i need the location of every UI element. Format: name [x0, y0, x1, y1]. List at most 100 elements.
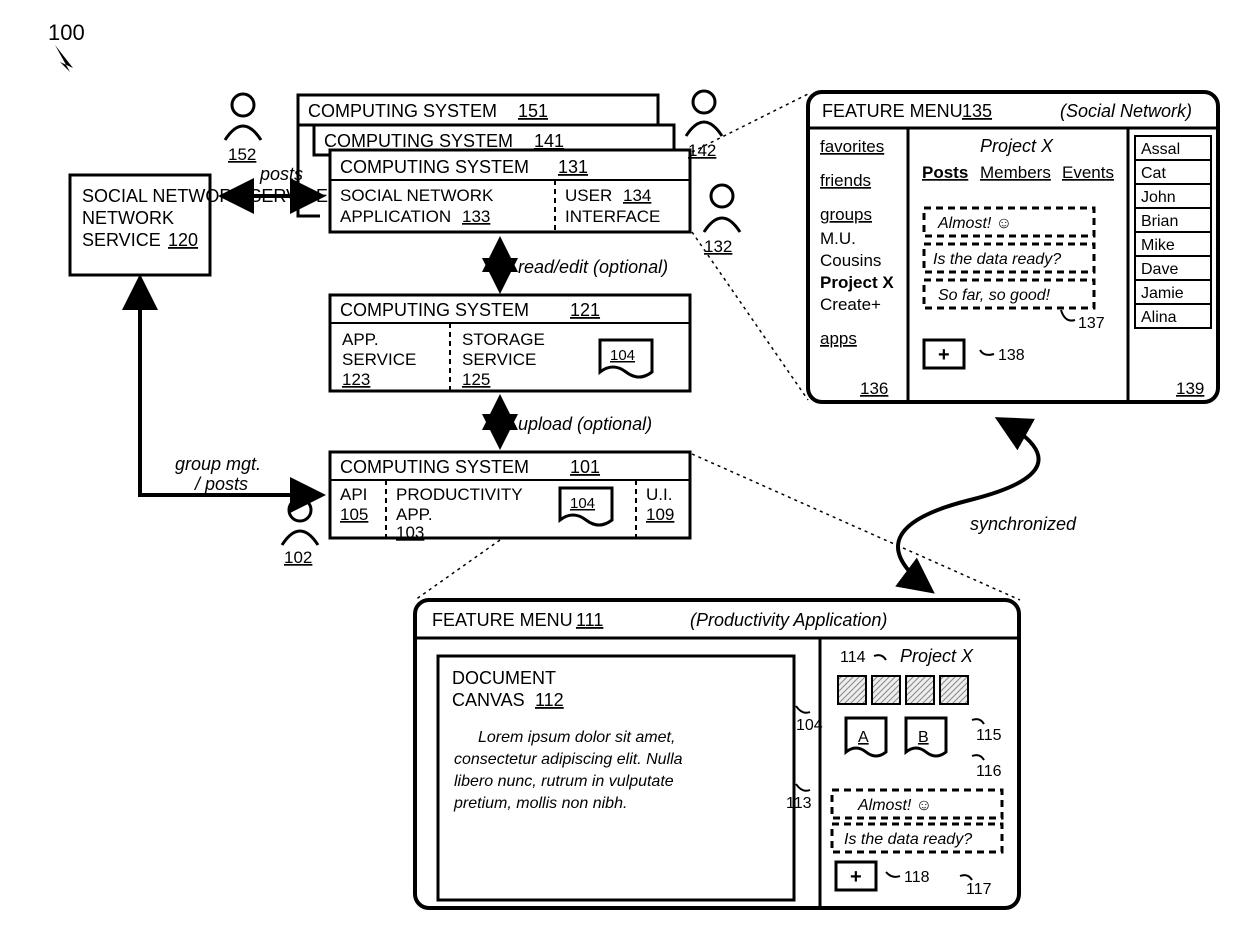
- svg-text:posts: posts: [259, 164, 303, 184]
- contact-item[interactable]: Alina: [1141, 309, 1177, 326]
- svg-text:consectetur adipiscing elit. N: consectetur adipiscing elit. Nulla: [454, 751, 683, 768]
- svg-text:read/edit (optional): read/edit (optional): [518, 257, 668, 277]
- feature-menu-prod: FEATURE MENU 111 (Productivity Applicati…: [415, 600, 1019, 908]
- svg-text:104: 104: [570, 495, 595, 512]
- svg-text:COMPUTING SYSTEM: COMPUTING SYSTEM: [340, 157, 529, 177]
- contact-item[interactable]: Mike: [1141, 237, 1175, 254]
- svg-text:Almost! ☺: Almost! ☺: [937, 215, 1012, 232]
- svg-text:125: 125: [462, 370, 490, 389]
- svg-text:synchronized: synchronized: [970, 514, 1077, 534]
- svg-text:141: 141: [534, 131, 564, 151]
- svg-text:API: API: [340, 485, 367, 504]
- avatar: [906, 676, 934, 704]
- svg-text:(Social Network): (Social Network): [1060, 101, 1192, 121]
- svg-text:113: 113: [786, 795, 812, 812]
- svg-text:A: A: [858, 729, 869, 746]
- svg-text:142: 142: [688, 141, 716, 160]
- svg-text:APP.: APP.: [396, 505, 433, 524]
- svg-text:COMPUTING SYSTEM: COMPUTING SYSTEM: [340, 300, 529, 320]
- svg-text:104: 104: [796, 717, 823, 734]
- avatar: [838, 676, 866, 704]
- svg-text:/ posts: / posts: [193, 474, 248, 494]
- svg-text:USER: USER: [565, 186, 612, 205]
- svg-text:101: 101: [570, 457, 600, 477]
- svg-text:COMPUTING SYSTEM: COMPUTING SYSTEM: [340, 457, 529, 477]
- contact-item[interactable]: Jamie: [1141, 285, 1184, 302]
- svg-text:123: 123: [342, 370, 370, 389]
- svg-text:group mgt.: group mgt.: [175, 454, 261, 474]
- tab-events[interactable]: Events: [1062, 163, 1114, 182]
- sidebar-group-mu[interactable]: M.U.: [820, 229, 856, 248]
- svg-text:117: 117: [966, 881, 992, 898]
- sidebar-group-projectx[interactable]: Project X: [820, 273, 894, 292]
- svg-text:109: 109: [646, 505, 674, 524]
- sns-label-3: SERVICE: [82, 230, 161, 250]
- contact-item[interactable]: Cat: [1141, 165, 1166, 182]
- sidebar-apps[interactable]: apps: [820, 329, 857, 348]
- avatar: [872, 676, 900, 704]
- sidebar-group-cousins[interactable]: Cousins: [820, 251, 881, 270]
- sns-label-2: NETWORK: [82, 208, 174, 228]
- sidebar-groups[interactable]: groups: [820, 205, 872, 224]
- svg-text:upload (optional): upload (optional): [518, 414, 652, 434]
- svg-text:152: 152: [228, 145, 256, 164]
- svg-text:105: 105: [340, 505, 368, 524]
- svg-text:118: 118: [904, 869, 930, 886]
- svg-text:102: 102: [284, 548, 312, 567]
- sidebar-friends[interactable]: friends: [820, 171, 871, 190]
- side-add-post-button[interactable]: +: [836, 862, 876, 890]
- svg-text:DOCUMENT: DOCUMENT: [452, 668, 556, 688]
- computing-system-151: COMPUTING SYSTEM 151: [298, 95, 658, 125]
- svg-text:Is the data ready?: Is the data ready?: [933, 251, 1061, 268]
- svg-text:(Productivity Application): (Productivity Application): [690, 610, 887, 630]
- svg-text:121: 121: [570, 300, 600, 320]
- read-edit-arrow: read/edit (optional): [500, 242, 668, 288]
- feature-menu-social: FEATURE MENU 135 (Social Network) favori…: [808, 92, 1218, 402]
- svg-text:COMPUTING SYSTEM: COMPUTING SYSTEM: [308, 101, 497, 121]
- svg-text:SERVICE: SERVICE: [342, 350, 416, 369]
- svg-text:INTERFACE: INTERFACE: [565, 207, 660, 226]
- svg-text:COMPUTING SYSTEM: COMPUTING SYSTEM: [324, 131, 513, 151]
- user-152: 152: [225, 94, 261, 164]
- svg-text:114: 114: [840, 649, 866, 666]
- group-mgt-arrow: group mgt. / posts: [140, 280, 320, 495]
- svg-text:libero nunc, rutrum in vulputa: libero nunc, rutrum in vulputate: [454, 773, 674, 790]
- svg-text:135: 135: [962, 101, 992, 121]
- svg-text:104: 104: [610, 347, 635, 364]
- svg-text:Lorem ipsum dolor sit amet,: Lorem ipsum dolor sit amet,: [478, 729, 675, 746]
- svg-text:pretium, mollis non nibh.: pretium, mollis non nibh.: [453, 795, 627, 812]
- svg-text:U.I.: U.I.: [646, 485, 672, 504]
- svg-text:103: 103: [396, 523, 424, 542]
- tab-members[interactable]: Members: [980, 163, 1051, 182]
- contact-item[interactable]: John: [1141, 189, 1176, 206]
- computing-system-131: COMPUTING SYSTEM 131 SOCIAL NETWORK APPL…: [330, 150, 690, 232]
- svg-text:FEATURE MENU: FEATURE MENU: [822, 101, 963, 121]
- svg-text:Is the data ready?: Is the data ready?: [844, 831, 972, 848]
- user-142: 142: [686, 91, 722, 160]
- svg-text:136: 136: [860, 379, 888, 398]
- svg-text:CANVAS: CANVAS: [452, 690, 525, 710]
- synchronized-arrow: synchronized: [898, 420, 1077, 590]
- svg-text:So far, so good!: So far, so good!: [938, 287, 1051, 304]
- svg-text:131: 131: [558, 157, 588, 177]
- svg-text:Almost! ☺: Almost! ☺: [857, 797, 932, 814]
- contact-item[interactable]: Assal: [1141, 141, 1180, 158]
- tab-posts[interactable]: Posts: [922, 163, 968, 182]
- contacts-list: Assal Cat John Brian Mike Dave Jamie Ali…: [1135, 136, 1211, 328]
- contact-item[interactable]: Dave: [1141, 261, 1178, 278]
- upload-arrow: upload (optional): [500, 400, 652, 444]
- avatar: [940, 676, 968, 704]
- svg-text:133: 133: [462, 207, 490, 226]
- svg-text:134: 134: [623, 186, 651, 205]
- social-network-service-box: SOCIAL NETWORK SERVICE NETWORK SERVICE 1…: [70, 175, 328, 275]
- contact-item[interactable]: Brian: [1141, 213, 1178, 230]
- computing-system-101: COMPUTING SYSTEM 101 API 105 PRODUCTIVIT…: [330, 452, 690, 542]
- sidebar-favorites[interactable]: favorites: [820, 137, 884, 156]
- sidebar-group-create[interactable]: Create+: [820, 295, 881, 314]
- svg-text:APP.: APP.: [342, 330, 379, 349]
- group-title: Project X: [980, 136, 1054, 156]
- svg-text:151: 151: [518, 101, 548, 121]
- svg-text:132: 132: [704, 237, 732, 256]
- add-post-button[interactable]: +: [924, 340, 964, 368]
- svg-text:139: 139: [1176, 379, 1204, 398]
